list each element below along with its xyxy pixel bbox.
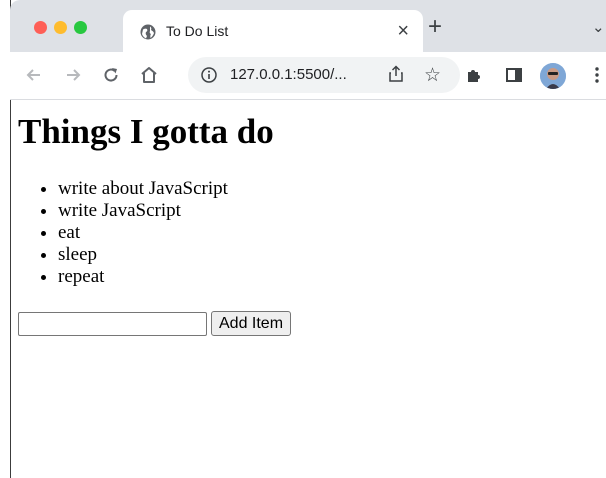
close-window-button[interactable] (34, 21, 47, 34)
list-item: eat (58, 222, 598, 244)
list-item: write JavaScript (58, 200, 598, 222)
avatar[interactable] (540, 63, 566, 89)
star-icon[interactable]: ☆ (424, 64, 441, 87)
reload-icon (104, 68, 118, 82)
tab-strip: To Do List × + ⌄ (10, 0, 606, 52)
address-bar[interactable]: 127.0.0.1:5500/... ☆ (188, 57, 460, 93)
todo-input[interactable] (18, 311, 207, 336)
side-panel-icon (506, 68, 522, 82)
add-item-button[interactable]: Add Item (211, 311, 292, 336)
home-icon (141, 67, 157, 83)
new-tab-button[interactable]: + (428, 14, 442, 40)
globe-icon (140, 24, 156, 40)
side-panel-button[interactable] (503, 64, 525, 86)
back-button[interactable] (23, 64, 45, 86)
menu-button[interactable] (586, 64, 606, 86)
extensions-puzzle-icon (468, 70, 480, 82)
page-title: Things I gotta do (18, 112, 274, 151)
info-icon[interactable] (201, 67, 217, 83)
chevron-down-icon[interactable]: ⌄ (592, 18, 605, 36)
list-item: write about JavaScript (58, 178, 598, 200)
list-item: repeat (58, 266, 598, 288)
extensions-button[interactable] (463, 64, 485, 86)
list-item: sleep (58, 244, 598, 266)
menu-dots-icon (595, 67, 599, 83)
url-text: 127.0.0.1:5500/... (230, 66, 347, 83)
maximize-window-button[interactable] (74, 21, 87, 34)
close-tab-icon[interactable]: × (397, 19, 409, 43)
tab-to-do-list[interactable]: To Do List × (123, 10, 423, 52)
back-arrow-icon (26, 69, 40, 81)
reload-button[interactable] (100, 64, 122, 86)
tab-title: To Do List (166, 23, 229, 39)
add-item-form: Add Item (18, 311, 292, 336)
todo-list: write about JavaScript write JavaScript … (18, 178, 598, 288)
minimize-window-button[interactable] (54, 21, 67, 34)
page-content: Things I gotta do write about JavaScript… (18, 100, 598, 470)
forward-arrow-icon (67, 69, 81, 81)
browser-toolbar: 127.0.0.1:5500/... ☆ (10, 52, 606, 100)
forward-button[interactable] (62, 64, 84, 86)
home-button[interactable] (138, 64, 160, 86)
share-icon[interactable] (388, 65, 404, 83)
